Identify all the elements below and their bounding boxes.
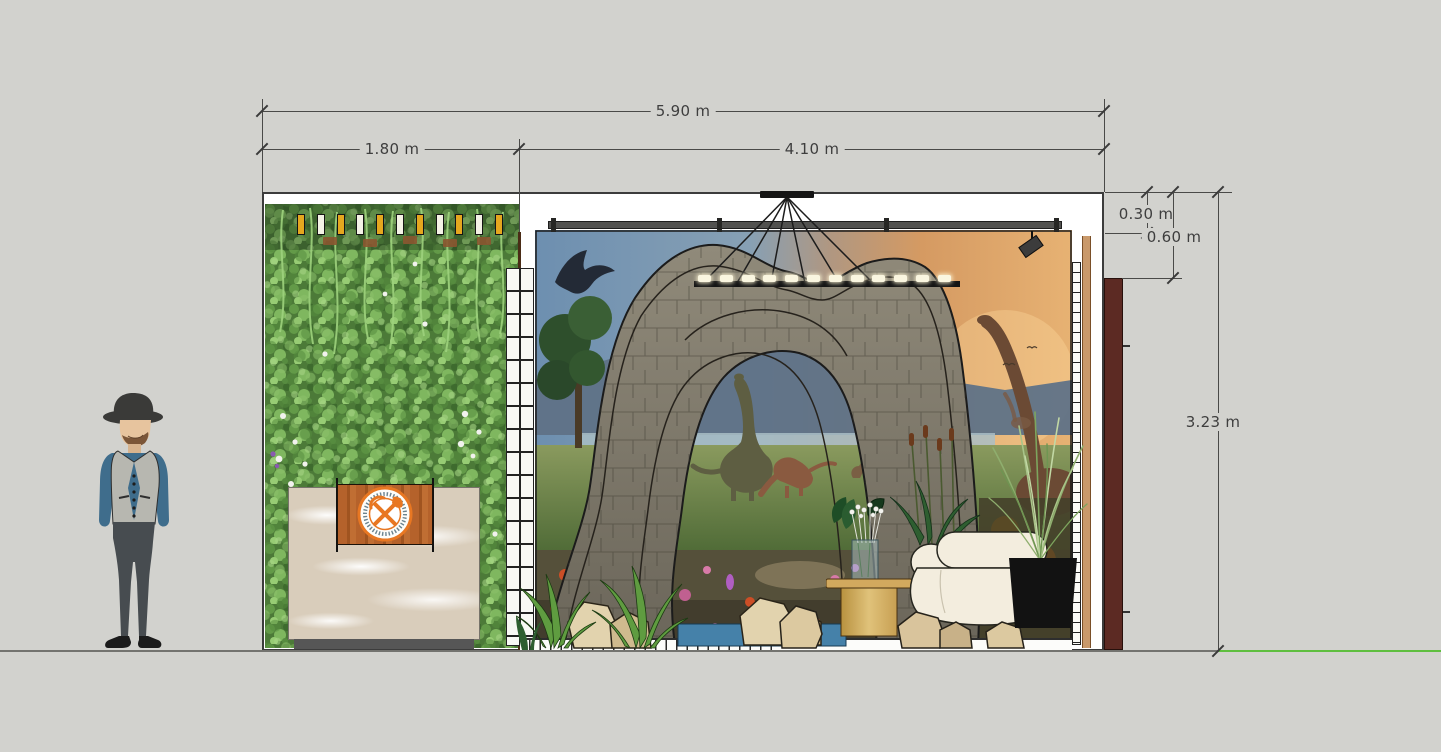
lamp: [720, 275, 733, 282]
shoe: [138, 636, 161, 648]
green-axis-line: [1219, 650, 1441, 652]
scale-figure: [92, 390, 187, 652]
wall-light: [436, 214, 444, 235]
lamp: [829, 275, 842, 282]
black-planter: [1009, 558, 1077, 628]
lamp: [938, 275, 951, 282]
hanging-light-bar: [694, 281, 960, 287]
lamp: [872, 275, 885, 282]
column-mark: [1123, 611, 1130, 613]
lamp: [807, 275, 820, 282]
dark-ferns: [516, 616, 542, 650]
wall-light: [337, 214, 345, 235]
wall-light: [416, 214, 424, 235]
desk-plinth: [294, 639, 474, 649]
wall-light: [475, 214, 483, 235]
wall-lights: [297, 214, 509, 236]
trousers: [113, 522, 155, 636]
ceiling-mount: [760, 191, 814, 198]
dim-ext-line: [519, 139, 520, 232]
dim-label-left-bay: 1.80 m: [360, 140, 425, 158]
lamp: [698, 275, 711, 282]
maroon-column: [1104, 278, 1123, 650]
logo-emblem: [357, 486, 413, 542]
wall-light: [376, 214, 384, 235]
lamp: [851, 275, 864, 282]
elevation-canvas: 5.90 m 1.80 m 4.10 m 0.30 m 0.60 m 3.23 …: [0, 0, 1441, 752]
wall-light: [356, 214, 364, 235]
lamp: [785, 275, 798, 282]
wall-light: [495, 214, 503, 235]
lamp: [894, 275, 907, 282]
wall-light: [455, 214, 463, 235]
shoe: [105, 636, 131, 648]
wall-light: [297, 214, 305, 235]
dim-label-right-bay: 4.10 m: [780, 140, 845, 158]
cattail-heads: [909, 425, 954, 451]
column-mark: [1123, 345, 1130, 347]
lamp: [763, 275, 776, 282]
dim-label-truss-drop: 0.30 m: [1114, 205, 1179, 223]
lamp: [916, 275, 929, 282]
lamp: [742, 275, 755, 282]
glass-vase: [852, 540, 878, 580]
grass-blades: [989, 412, 1087, 560]
table-top: [826, 579, 912, 588]
dim-label-height: 3.23 m: [1181, 413, 1246, 431]
wall-light: [396, 214, 404, 235]
dim-label-total-width: 5.90 m: [651, 102, 716, 120]
cable-rig: [535, 186, 1072, 290]
planter-grass: [985, 408, 1090, 630]
wall-light: [317, 214, 325, 235]
dim-label-fascia-drop: 0.60 m: [1142, 228, 1207, 246]
dim-ext-line: [1105, 192, 1232, 193]
